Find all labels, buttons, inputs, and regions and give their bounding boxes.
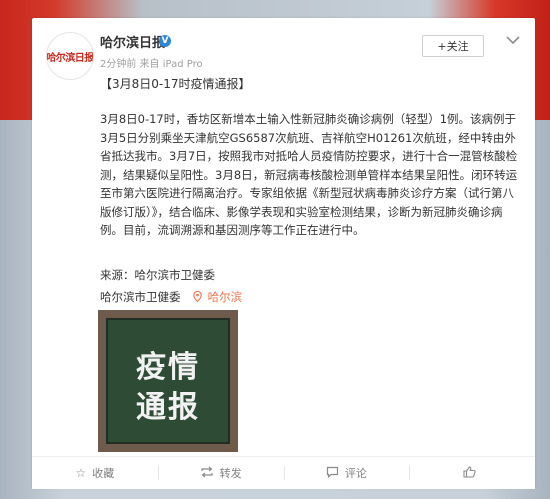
- username[interactable]: 哈尔滨日报: [100, 32, 165, 51]
- repost-label: 转发: [219, 467, 242, 480]
- comment-label: 评论: [344, 467, 367, 480]
- chalkboard-image: 疫情 通报: [106, 318, 230, 444]
- like-button[interactable]: [409, 457, 535, 489]
- image-text-line-1: 疫情: [136, 350, 200, 385]
- comment-button[interactable]: 评论: [283, 457, 410, 489]
- weibo-post-card: 哈尔滨日报 哈尔滨日报 V 2分钟前 来自 iPad Pro +关注 【3月8日…: [32, 18, 535, 488]
- chevron-down-icon[interactable]: [506, 34, 522, 48]
- location-pin-icon: [193, 290, 206, 304]
- post-title: 【3月8日0-17时疫情通报】: [100, 77, 251, 91]
- comment-icon: [326, 466, 339, 481]
- avatar[interactable]: 哈尔滨日报: [46, 32, 94, 80]
- post-source: 来源：哈尔滨市卫健委: [100, 268, 215, 282]
- location-link[interactable]: 哈尔滨: [193, 289, 242, 305]
- post-image[interactable]: 疫情 通报: [98, 310, 238, 452]
- repost-icon: [200, 466, 214, 481]
- follow-button-label: +关注: [437, 40, 469, 53]
- follow-button[interactable]: +关注: [422, 35, 484, 57]
- repost-button[interactable]: 转发: [157, 457, 284, 489]
- location-label: 哈尔滨: [207, 290, 243, 304]
- favorite-label: 收藏: [92, 467, 115, 480]
- tag-user-link[interactable]: 哈尔滨市卫健委: [100, 289, 181, 305]
- like-icon: [463, 465, 476, 481]
- post-meta: 2分钟前 来自 iPad Pro: [100, 59, 203, 70]
- action-bar: ☆ 收藏 转发 评论: [32, 456, 535, 489]
- image-text-line-2: 通报: [136, 390, 200, 425]
- favorite-button[interactable]: ☆ 收藏: [32, 457, 158, 489]
- star-icon: ☆: [75, 466, 87, 480]
- avatar-logo-text: 哈尔滨日报: [46, 52, 94, 64]
- verified-badge-icon: V: [159, 35, 171, 47]
- post-body: 3月8日0-17时，香坊区新增本土输入性新冠肺炎确诊病例（轻型）1例。该病例于3…: [100, 112, 518, 237]
